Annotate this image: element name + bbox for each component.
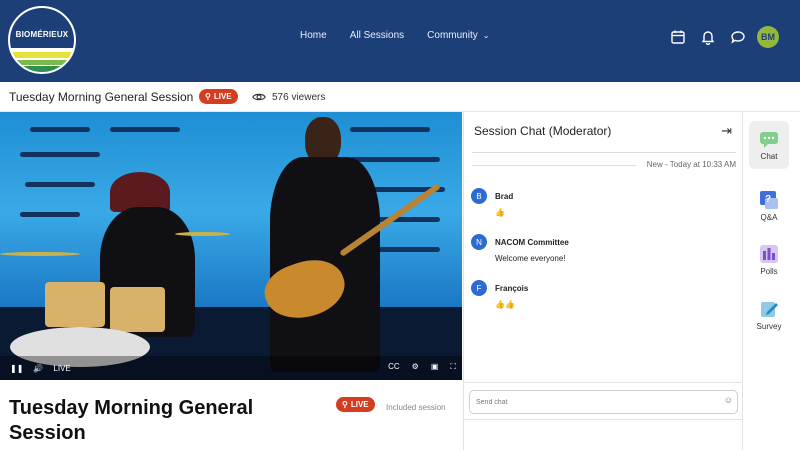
logo-stripe-yellow bbox=[10, 52, 74, 58]
pip-icon[interactable]: ▣ bbox=[431, 362, 439, 372]
logo-band bbox=[10, 8, 74, 48]
stage-slot bbox=[20, 152, 100, 157]
settings-icon[interactable]: ⚙ bbox=[412, 362, 419, 372]
stage-slot bbox=[20, 212, 80, 217]
side-rail: Chat ? Q&A Polls Survey bbox=[744, 112, 800, 450]
eye-icon bbox=[252, 93, 266, 101]
emoji-icon[interactable]: ☺ bbox=[724, 395, 733, 405]
rail-qa-label: Q&A bbox=[760, 213, 778, 222]
divider bbox=[472, 152, 736, 153]
message-author: Brad bbox=[495, 192, 514, 201]
live-badge: ⚲ LIVE bbox=[199, 89, 238, 104]
fullscreen-icon[interactable]: ⛶ bbox=[450, 362, 456, 372]
rail-chat[interactable]: Chat bbox=[749, 121, 789, 169]
new-messages-line bbox=[472, 165, 636, 166]
stage-slot bbox=[30, 127, 90, 132]
nav-all-sessions[interactable]: All Sessions bbox=[350, 30, 404, 41]
stage-slot bbox=[350, 157, 440, 162]
video-controls: ❚❚ 🔊 LIVE CC ⚙ ▣ ⛶ bbox=[0, 356, 462, 380]
page-title: Tuesday Morning General Session bbox=[9, 397, 254, 444]
captions-icon[interactable]: CC bbox=[388, 362, 400, 372]
survey-icon bbox=[761, 302, 778, 317]
rail-polls-label: Polls bbox=[760, 267, 778, 276]
message-author: François bbox=[495, 284, 529, 293]
top-navigation-bar: BIOMÉRIEUX Home All Sessions Community ⌄ … bbox=[0, 0, 800, 82]
drum bbox=[45, 282, 105, 327]
svg-text:?: ? bbox=[765, 194, 771, 205]
stage-slot bbox=[110, 127, 180, 132]
chat-title: Session Chat (Moderator) bbox=[474, 124, 612, 138]
avatar: F bbox=[471, 280, 487, 296]
collapse-panel-icon[interactable]: ⇥ bbox=[721, 123, 732, 139]
chevron-down-icon: ⌄ bbox=[482, 31, 490, 40]
key-icon: ⚲ bbox=[205, 92, 211, 101]
video-player[interactable]: ❚❚ 🔊 LIVE CC ⚙ ▣ ⛶ bbox=[0, 112, 462, 380]
cymbal bbox=[175, 232, 230, 236]
biomerieux-logo[interactable]: BIOMÉRIEUX bbox=[8, 6, 76, 74]
live-badge-label: LIVE bbox=[213, 92, 232, 101]
volume-icon[interactable]: 🔊 bbox=[33, 364, 43, 373]
session-title-small: Tuesday Morning General Session bbox=[9, 90, 194, 104]
chat-icon bbox=[760, 132, 778, 148]
new-messages-separator: New - Today at 10:33 AM bbox=[646, 160, 736, 169]
nav-community-label: Community bbox=[427, 30, 478, 41]
main-nav: Home All Sessions Community ⌄ bbox=[300, 30, 512, 41]
nav-community[interactable]: Community ⌄ bbox=[427, 30, 489, 41]
live-badge-large-label: LIVE bbox=[350, 400, 369, 409]
drum bbox=[110, 287, 165, 332]
polls-icon bbox=[760, 245, 778, 263]
chat-header: Session Chat (Moderator) ⇥ bbox=[464, 112, 742, 152]
rail-survey[interactable]: Survey bbox=[749, 291, 789, 339]
chat-bubble-icon[interactable] bbox=[729, 28, 747, 46]
logo-stripe-light-green bbox=[10, 60, 74, 65]
rail-qa[interactable]: ? Q&A bbox=[749, 182, 789, 230]
bell-icon[interactable] bbox=[699, 28, 717, 46]
session-title-bar: Tuesday Morning General Session ⚲ LIVE 5… bbox=[0, 82, 800, 112]
logo-stripe-green bbox=[10, 66, 74, 72]
header-actions: BM bbox=[657, 26, 800, 48]
send-chat-input[interactable] bbox=[469, 390, 738, 414]
message-author: NACOM Committee bbox=[495, 238, 569, 247]
pause-icon[interactable]: ❚❚ bbox=[10, 364, 23, 373]
nav-home-label: Home bbox=[300, 30, 327, 41]
viewer-count: 576 viewers bbox=[252, 90, 325, 104]
live-badge-large: ⚲ LIVE bbox=[336, 397, 375, 412]
chat-panel: Session Chat (Moderator) ⇥ New - Today a… bbox=[463, 112, 743, 450]
live-indicator: LIVE bbox=[53, 363, 71, 373]
avatar: N bbox=[471, 234, 487, 250]
drummer-hat bbox=[110, 172, 170, 212]
question-icon: ? bbox=[760, 191, 778, 209]
cymbal bbox=[0, 252, 80, 256]
message-text: Welcome everyone! bbox=[495, 254, 566, 263]
nav-all-sessions-label: All Sessions bbox=[349, 30, 405, 41]
included-session-label: Included session bbox=[386, 403, 446, 412]
stage-slot bbox=[350, 127, 430, 132]
rail-chat-label: Chat bbox=[760, 152, 778, 161]
avatar[interactable]: BM bbox=[757, 26, 779, 48]
logo-text: BIOMÉRIEUX bbox=[15, 30, 69, 39]
calendar-icon[interactable] bbox=[669, 28, 687, 46]
message-text: 👍 bbox=[495, 208, 505, 217]
nav-home[interactable]: Home bbox=[300, 30, 327, 41]
avatar: B bbox=[471, 188, 487, 204]
message-text: 👍👍 bbox=[495, 300, 515, 309]
video-controls-right: CC ⚙ ▣ ⛶ bbox=[388, 362, 456, 372]
viewer-count-label: 576 viewers bbox=[272, 91, 326, 103]
rail-survey-label: Survey bbox=[756, 322, 782, 331]
chat-input-area: ☺ bbox=[464, 382, 742, 420]
rail-polls[interactable]: Polls bbox=[749, 236, 789, 284]
stage-slot bbox=[370, 247, 440, 252]
stage-slot bbox=[25, 182, 95, 187]
key-icon: ⚲ bbox=[342, 400, 348, 409]
